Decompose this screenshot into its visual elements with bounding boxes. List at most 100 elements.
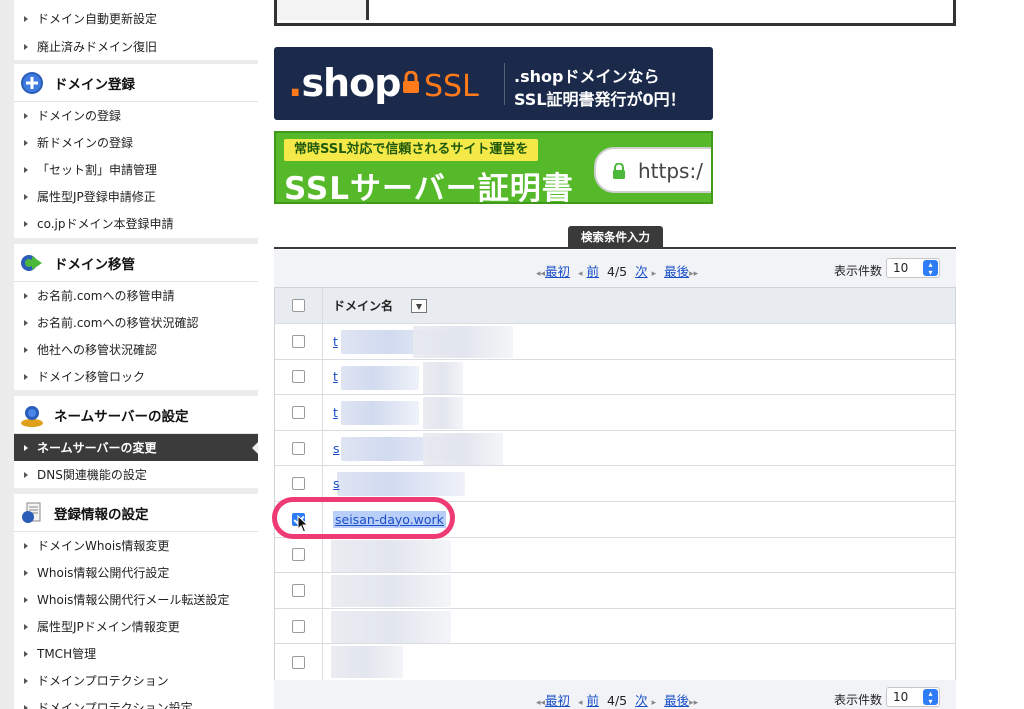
banner-title: SSLサーバー証明書 xyxy=(284,171,574,204)
sidebar-item-domain-register[interactable]: ドメインの登録 xyxy=(14,102,258,129)
thumbnail xyxy=(277,0,369,20)
sidebar-section-registration-info: 登録情報の設定 ドメインWhois情報変更 Whois情報公開代行設定 Whoi… xyxy=(14,494,258,709)
sidebar-item-new-domain[interactable]: 新ドメインの登録 xyxy=(14,129,258,156)
document-icon xyxy=(22,502,41,523)
bullet-icon xyxy=(24,166,28,173)
row-checkbox[interactable] xyxy=(292,655,305,669)
redacted-block xyxy=(413,326,513,358)
tab-divider xyxy=(274,247,956,249)
domain-link[interactable]: s xyxy=(333,441,340,456)
prev-arrow-icon: ◂ xyxy=(578,269,583,279)
sidebar-item-whois-change[interactable]: ドメインWhois情報変更 xyxy=(14,532,258,559)
first-arrow-icon: ◂◂ xyxy=(536,269,546,279)
banner-line-2: SSL証明書発行が0円！ xyxy=(514,90,686,109)
prev-page-link[interactable]: 前 xyxy=(587,693,600,708)
redacted-block xyxy=(331,575,451,608)
banner-line-1: .shopドメインなら xyxy=(514,67,660,86)
url-bar-illustration: https:/ xyxy=(594,147,711,193)
bullet-icon xyxy=(24,542,28,549)
first-page-link[interactable]: 最初 xyxy=(545,264,570,279)
next-page-link[interactable]: 次 xyxy=(635,693,648,708)
domain-table: ドメイン名 t t t s s seisan-dayo.work xyxy=(274,287,956,681)
count-label: 表示件数 xyxy=(834,693,883,707)
mouse-cursor-icon xyxy=(297,515,309,533)
last-arrow-icon: ▸▸ xyxy=(689,269,699,279)
sidebar-item-whois-mail[interactable]: Whois情報公開代行メール転送設定 xyxy=(14,586,258,613)
sidebar-item-whois-proxy[interactable]: Whois情報公開代行設定 xyxy=(14,559,258,586)
bullet-icon xyxy=(24,346,28,353)
shop-logo: .shop xyxy=(288,61,401,105)
sidebar-item-cojp[interactable]: co.jpドメイン本登録申請 xyxy=(14,210,258,237)
tab-search-conditions[interactable]: 検索条件入力 xyxy=(568,226,663,248)
banner-divider xyxy=(504,63,505,105)
table-row: t xyxy=(275,359,955,396)
redacted-block xyxy=(423,432,503,465)
redacted-block xyxy=(331,539,451,572)
domain-link[interactable]: s xyxy=(333,476,340,491)
sidebar-item-protection[interactable]: ドメインプロテクション xyxy=(14,667,258,694)
table-row xyxy=(275,644,955,680)
sidebar-section-title: 登録情報の設定 xyxy=(14,494,258,532)
table-row: t xyxy=(275,395,955,431)
ssl-certificate-banner[interactable]: 常時SSL対応で信頼されるサイト運営を SSLサーバー証明書 https:/ xyxy=(274,131,713,204)
row-checkbox[interactable] xyxy=(292,334,305,348)
domain-link[interactable]: t xyxy=(333,334,338,349)
row-checkbox[interactable] xyxy=(292,548,305,562)
banner-pill: 常時SSL対応で信頼されるサイト運営を xyxy=(284,139,539,161)
row-checkbox[interactable] xyxy=(292,583,305,597)
redacted-block xyxy=(331,610,451,643)
last-page-link[interactable]: 最後 xyxy=(664,264,689,279)
count-select[interactable]: 10 ▴ ▾ xyxy=(886,687,940,707)
column-header-domain: ドメイン名 xyxy=(333,299,394,313)
row-checkbox[interactable] xyxy=(292,619,305,633)
sidebar-item-restore[interactable]: 廃止済みドメイン復旧 xyxy=(14,33,258,60)
next-arrow-icon: ▸ xyxy=(651,698,657,708)
row-checkbox[interactable] xyxy=(292,477,305,491)
domain-link-selected[interactable]: seisan-dayo.work xyxy=(333,510,446,528)
select-arrows-icon: ▴ ▾ xyxy=(923,260,938,277)
next-arrow-icon: ▸ xyxy=(651,269,657,279)
sidebar-item-jp-fix[interactable]: 属性型JP登録申請修正 xyxy=(14,183,258,210)
sidebar-top-group: ドメイン自動更新設定 廃止済みドメイン復旧 xyxy=(14,0,258,60)
page-indicator: 4/5 xyxy=(607,693,628,708)
bullet-icon xyxy=(24,569,28,576)
count-select[interactable]: 10 ▴ ▾ xyxy=(886,258,940,278)
row-checkbox[interactable] xyxy=(292,370,305,384)
sidebar-item-tmch[interactable]: TMCH管理 xyxy=(14,640,258,667)
domain-link[interactable]: t xyxy=(333,405,338,420)
domain-link[interactable]: t xyxy=(333,369,338,384)
sort-dropdown-icon[interactable] xyxy=(411,298,428,313)
bullet-icon xyxy=(24,596,28,603)
sidebar-item-transfer-lock[interactable]: ドメイン移管ロック xyxy=(14,363,258,390)
row-checkbox[interactable] xyxy=(292,441,305,455)
prev-page-link[interactable]: 前 xyxy=(587,264,600,279)
sidebar-item-auto-renew[interactable]: ドメイン自動更新設定 xyxy=(14,0,258,33)
sidebar-item-set-discount[interactable]: 「セット割」申請管理 xyxy=(14,156,258,183)
row-checkbox[interactable] xyxy=(292,405,305,419)
bullet-icon xyxy=(24,677,28,684)
ssl-logo-text: SSL xyxy=(424,69,479,104)
sidebar-item-nameserver-change[interactable]: ネームサーバーの変更 xyxy=(14,434,258,461)
select-arrows-icon: ▴ ▾ xyxy=(923,689,938,706)
sidebar-item-transfer-apply[interactable]: お名前.comへの移管申請 xyxy=(14,282,258,309)
sidebar-item-other-transfer[interactable]: 他社への移管状況確認 xyxy=(14,336,258,363)
bullet-icon xyxy=(24,319,28,326)
select-all-checkbox[interactable] xyxy=(292,299,305,312)
bullet-icon xyxy=(24,139,28,146)
shop-ssl-banner[interactable]: .shop SSL .shopドメインなら SSL証明書発行が0円！ xyxy=(274,47,713,120)
page-indicator: 4/5 xyxy=(607,264,628,279)
sidebar-item-dns[interactable]: DNS関連機能の設定 xyxy=(14,461,258,488)
sidebar-section-nameserver: ネームサーバーの設定 ネームサーバーの変更 DNS関連機能の設定 xyxy=(14,396,258,488)
sidebar-item-protection-setting[interactable]: ドメインプロテクション設定 xyxy=(14,694,258,709)
sidebar-section-title: ネームサーバーの設定 xyxy=(14,396,258,434)
first-page-link[interactable]: 最初 xyxy=(545,693,570,708)
sidebar-item-transfer-status[interactable]: お名前.comへの移管状況確認 xyxy=(14,309,258,336)
pagination: ◂◂最初 ◂ 前 4/5 次 ▸ 最後▸▸ xyxy=(536,690,698,709)
transfer-icon xyxy=(21,254,42,271)
next-page-link[interactable]: 次 xyxy=(635,264,648,279)
table-row xyxy=(275,537,955,574)
sidebar-item-jp-info[interactable]: 属性型JPドメイン情報変更 xyxy=(14,613,258,640)
last-page-link[interactable]: 最後 xyxy=(664,693,689,708)
bullet-icon xyxy=(24,43,28,50)
top-panel xyxy=(274,0,956,26)
